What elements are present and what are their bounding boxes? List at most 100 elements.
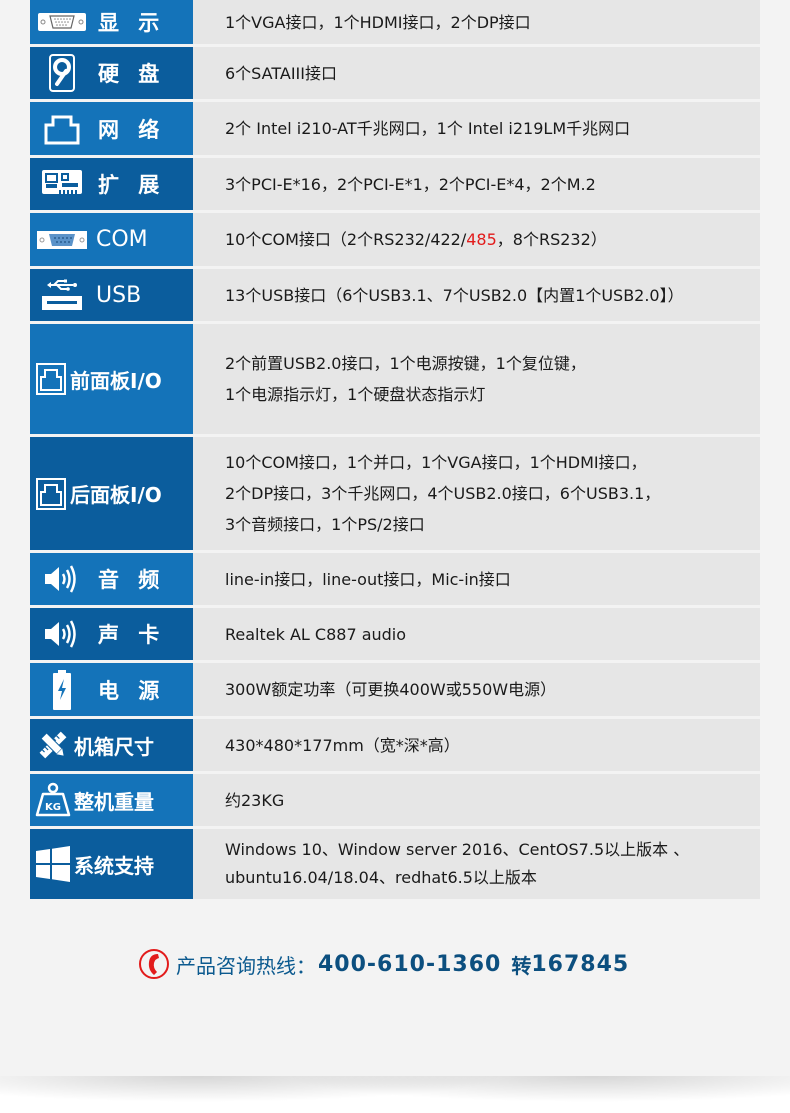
- spec-label-cell: 扩 展: [30, 158, 193, 210]
- expansion-card-icon: [36, 168, 88, 200]
- spec-row-audio: 音 频 line-in接口，line-out接口，Mic-in接口: [30, 553, 760, 605]
- spec-label: 前面板I/O: [70, 368, 162, 393]
- spec-value-line: Windows 10、Window server 2016、CentOS7.5以…: [225, 840, 690, 859]
- spec-value: Windows 10、Window server 2016、CentOS7.5以…: [225, 836, 689, 892]
- spec-value-cell: 300W额定功率（可更换400W或550W电源）: [193, 663, 760, 716]
- spec-label: 机箱尺寸: [74, 734, 154, 759]
- spec-row-usb: USB 13个USB接口（6个USB3.1、7个USB2.0【内置1个USB2.…: [30, 269, 760, 321]
- spec-value-line: 1个电源指示灯，1个硬盘状态指示灯: [225, 385, 486, 404]
- spec-value-part: ，8个RS232）: [496, 230, 607, 249]
- spec-label: COM: [96, 227, 148, 252]
- spec-label: 硬 盘: [98, 62, 166, 86]
- spec-label: 扩 展: [98, 173, 166, 197]
- spec-label-cell: 后面板I/O: [30, 437, 193, 550]
- spec-label: 系统支持: [74, 853, 154, 878]
- spec-row-power: 电 源 300W额定功率（可更换400W或550W电源）: [30, 663, 760, 716]
- windows-logo-icon: [34, 846, 72, 882]
- spec-value: 3个PCI-E*16，2个PCI-E*1，2个PCI-E*4，2个M.2: [225, 174, 596, 194]
- spec-value: 430*480*177mm（宽*深*高）: [225, 735, 460, 755]
- ruler-pencil-icon: [34, 729, 72, 761]
- spec-value: 1个VGA接口，1个HDMI接口，2个DP接口: [225, 12, 531, 32]
- hotline: 产品咨询热线： 400-610-1360 转 167845: [138, 946, 629, 982]
- serial-port-icon: [36, 224, 88, 256]
- spec-value: 10个COM接口，1个并口，1个VGA接口，1个HDMI接口， 2个DP接口，3…: [225, 447, 660, 540]
- spec-row-com: COM 10个COM接口（2个RS232/422/485，8个RS232）: [30, 213, 760, 266]
- spec-value-line: 2个前置USB2.0接口，1个电源按键，1个复位键，: [225, 354, 586, 373]
- spec-value: 2个前置USB2.0接口，1个电源按键，1个复位键， 1个电源指示灯，1个硬盘状…: [225, 348, 586, 410]
- spec-value: line-in接口，line-out接口，Mic-in接口: [225, 569, 511, 589]
- vga-port-icon: [36, 6, 88, 38]
- spec-label: USB: [96, 282, 142, 308]
- spec-value: 10个COM接口（2个RS232/422/485，8个RS232）: [225, 224, 607, 255]
- spec-value-cell: 13个USB接口（6个USB3.1、7个USB2.0【内置1个USB2.0】）: [193, 269, 760, 321]
- spec-label-cell: 系统支持: [30, 829, 193, 899]
- hotline-ext-label: 转: [511, 953, 532, 978]
- spec-row-chassis-size: 机箱尺寸 430*480*177mm（宽*深*高）: [30, 719, 760, 771]
- spec-label-cell: COM: [30, 213, 193, 266]
- spec-table: 显 示 1个VGA接口，1个HDMI接口，2个DP接口 硬 盘 6个SATAII…: [30, 0, 760, 899]
- spec-value-cell: 430*480*177mm（宽*深*高）: [193, 719, 760, 771]
- spec-label-cell: 声 卡: [30, 608, 193, 660]
- spec-row-display: 显 示 1个VGA接口，1个HDMI接口，2个DP接口: [30, 0, 760, 44]
- spec-row-expansion: 扩 展 3个PCI-E*16，2个PCI-E*1，2个PCI-E*4，2个M.2: [30, 158, 760, 210]
- spec-label-cell: 音 频: [30, 553, 193, 605]
- spec-value-cell: 约23KG: [193, 774, 760, 826]
- hotline-extension: 167845: [531, 951, 630, 977]
- spec-row-rear-panel: 后面板I/O 10个COM接口，1个并口，1个VGA接口，1个HDMI接口， 2…: [30, 437, 760, 550]
- hard-disk-icon: [36, 54, 88, 92]
- spec-value: 300W额定功率（可更换400W或550W电源）: [225, 680, 557, 699]
- spec-label: 显 示: [98, 11, 166, 35]
- spec-value-line: ubuntu16.04/18.04、redhat6.5以上版本: [225, 868, 537, 887]
- speaker-icon: [36, 618, 88, 650]
- spec-label-cell: 网 络: [30, 102, 193, 155]
- panel-port-icon: [34, 477, 68, 510]
- spec-value-cell: Windows 10、Window server 2016、CentOS7.5以…: [193, 829, 760, 899]
- spec-label: 音 频: [98, 568, 166, 592]
- hotline-label: 产品咨询热线：: [176, 953, 316, 978]
- spec-row-weight: KG 整机重量 约23KG: [30, 774, 760, 826]
- spec-value-part: 10个COM接口（2个RS232/422/: [225, 230, 467, 249]
- spec-label: 声 卡: [98, 623, 166, 647]
- spec-row-sound-card: 声 卡 Realtek AL C887 audio: [30, 608, 760, 660]
- spec-value: 2个 Intel i210-AT千兆网口，1个 Intel i219LM千兆网口: [225, 119, 631, 138]
- spec-value-cell: line-in接口，line-out接口，Mic-in接口: [193, 553, 760, 605]
- spec-label-cell: KG 整机重量: [30, 774, 193, 826]
- spec-label-cell: 前面板I/O: [30, 324, 193, 434]
- spec-label: 网 络: [98, 117, 166, 142]
- spec-value: Realtek AL C887 audio: [225, 624, 407, 644]
- spec-value-cell: 2个 Intel i210-AT千兆网口，1个 Intel i219LM千兆网口: [193, 102, 760, 155]
- phone-icon: [139, 949, 169, 979]
- spec-label-cell: 电 源: [30, 663, 193, 716]
- spec-row-os-support: 系统支持 Windows 10、Window server 2016、CentO…: [30, 829, 760, 899]
- spec-value-cell: 10个COM接口（2个RS232/422/485，8个RS232）: [193, 213, 760, 266]
- spec-label-cell: 显 示: [30, 0, 193, 44]
- spec-row-network: 网 络 2个 Intel i210-AT千兆网口，1个 Intel i219LM…: [30, 102, 760, 155]
- weight-kg-icon: KG: [34, 782, 72, 817]
- battery-icon: [36, 669, 88, 710]
- spec-value-cell: 1个VGA接口，1个HDMI接口，2个DP接口: [193, 0, 760, 44]
- spec-value-cell: 6个SATAIII接口: [193, 47, 760, 99]
- spec-row-front-panel: 前面板I/O 2个前置USB2.0接口，1个电源按键，1个复位键， 1个电源指示…: [30, 324, 760, 434]
- highlight-485: 485: [466, 230, 497, 249]
- spec-value-cell: 3个PCI-E*16，2个PCI-E*1，2个PCI-E*4，2个M.2: [193, 158, 760, 210]
- spec-value-line: 3个音频接口，1个PS/2接口: [225, 515, 425, 534]
- spec-value-cell: 2个前置USB2.0接口，1个电源按键，1个复位键， 1个电源指示灯，1个硬盘状…: [193, 324, 760, 434]
- speaker-icon: [36, 563, 88, 595]
- spec-value-cell: Realtek AL C887 audio: [193, 608, 760, 660]
- spec-value-line: 2个DP接口，3个千兆网口，4个USB2.0接口，6个USB3.1，: [225, 484, 661, 503]
- spec-label: 后面板I/O: [70, 483, 162, 507]
- panel-shadow: [0, 1076, 790, 1113]
- usb-icon: [36, 279, 88, 311]
- spec-label: 整机重量: [74, 789, 154, 814]
- spec-value: 约23KG: [225, 790, 285, 810]
- spec-label-cell: USB: [30, 269, 193, 321]
- spec-value: 13个USB接口（6个USB3.1、7个USB2.0【内置1个USB2.0】）: [225, 285, 684, 305]
- spec-label-cell: 机箱尺寸: [30, 719, 193, 771]
- panel-port-icon: [34, 363, 68, 395]
- spec-value-cell: 10个COM接口，1个并口，1个VGA接口，1个HDMI接口， 2个DP接口，3…: [193, 437, 760, 550]
- spec-label: 电 源: [98, 678, 166, 703]
- hotline-number[interactable]: 400-610-1360: [318, 952, 501, 977]
- spec-value: 6个SATAIII接口: [225, 63, 337, 83]
- ethernet-port-icon: [36, 113, 88, 145]
- spec-row-hard-disk: 硬 盘 6个SATAIII接口: [30, 47, 760, 99]
